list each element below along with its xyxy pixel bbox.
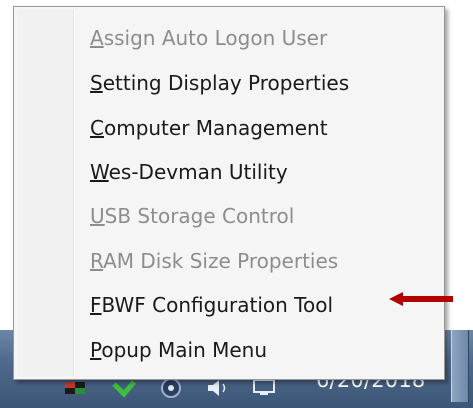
menu-gutter-divider — [74, 10, 75, 376]
menu-item-accelerator: P — [90, 338, 102, 362]
menu-item-accelerator: S — [90, 71, 103, 95]
menu-item-accelerator: U — [90, 204, 105, 228]
menu-item-accelerator: R — [90, 249, 104, 273]
menu-item-usb-storage-control[interactable]: USB Storage Control — [90, 196, 294, 236]
menu-item-label: opup Main Menu — [101, 338, 268, 362]
menu-item-popup-main-menu[interactable]: Popup Main Menu — [90, 330, 267, 370]
menu-item-assign-auto-logon-user[interactable]: Assign Auto Logon User — [90, 18, 327, 58]
menu-item-fbwf-configuration-tool[interactable]: FBWF Configuration Tool — [90, 285, 333, 325]
menu-item-accelerator: F — [90, 293, 102, 317]
menu-item-label: AM Disk Size Properties — [103, 249, 339, 273]
menu-item-accelerator: A — [90, 26, 104, 50]
menu-item-computer-management[interactable]: Computer Management — [90, 108, 328, 148]
menu-item-label: BWF Configuration Tool — [101, 293, 333, 317]
menu-item-label: SB Storage Control — [104, 204, 295, 228]
menu-item-label: ssign Auto Logon User — [103, 26, 328, 50]
menu-item-wes-devman-utility[interactable]: Wes-Devman Utility — [90, 152, 288, 192]
menu-item-accelerator: W — [90, 160, 109, 184]
menu-icon-gutter — [17, 10, 74, 376]
show-desktop-button[interactable] — [451, 330, 469, 402]
menu-item-ram-disk-size-properties[interactable]: RAM Disk Size Properties — [90, 241, 338, 281]
menu-item-label: omputer Management — [103, 116, 328, 140]
desktop-edge — [445, 0, 473, 330]
menu-item-label: es-Devman Utility — [108, 160, 288, 184]
menu-item-accelerator: C — [90, 116, 104, 140]
menu-item-label: etting Display Properties — [102, 71, 350, 95]
screen: 6/20/2018 Assign Auto Logon User Setting… — [0, 0, 473, 408]
menu-item-setting-display-properties[interactable]: Setting Display Properties — [90, 63, 349, 103]
red-arrow-icon — [389, 292, 453, 306]
context-menu: Assign Auto Logon User Setting Display P… — [13, 6, 445, 380]
